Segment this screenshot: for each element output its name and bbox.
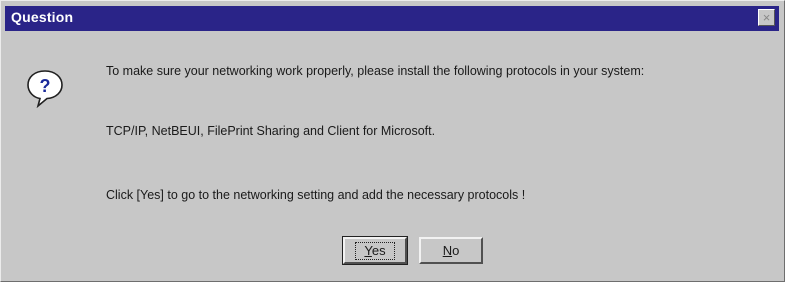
yes-button[interactable]: Yes [342,236,408,265]
close-button[interactable]: × [758,9,775,26]
close-icon: × [762,10,771,25]
no-button[interactable]: No [419,237,483,264]
svg-text:?: ? [40,76,51,96]
dialog-title: Question [11,9,74,25]
yes-mnemonic: Y [364,243,372,258]
question-icon: ? [25,68,65,109]
no-mnemonic: N [442,243,453,258]
question-dialog: Question × ? To make sure your networkin… [0,0,785,282]
no-button-label: No [443,243,460,258]
no-label-rest: o [452,243,460,258]
message-line-1: To make sure your networking work proper… [106,64,645,78]
yes-button-label: Yes [355,242,395,260]
title-bar[interactable]: Question × [5,6,779,31]
message-line-2: TCP/IP, NetBEUI, FilePrint Sharing and C… [106,124,436,138]
message-line-3: Click [Yes] to go to the networking sett… [106,188,526,202]
yes-label-rest: es [371,243,386,258]
